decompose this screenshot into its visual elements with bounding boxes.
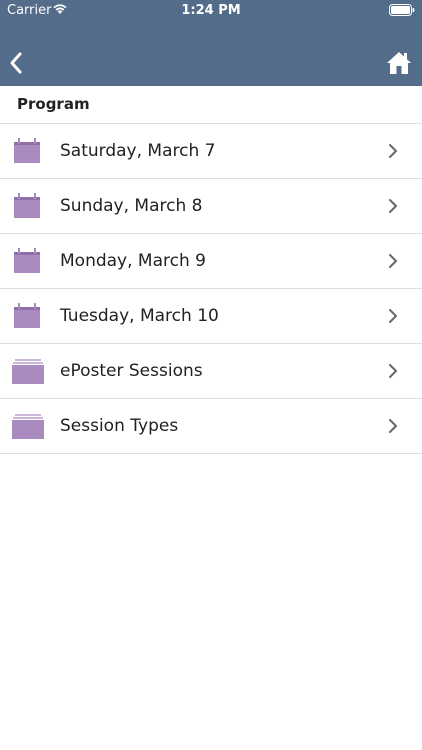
chevron-right-icon <box>389 254 397 268</box>
chevron-right-icon <box>389 419 397 433</box>
home-button[interactable] <box>386 50 412 76</box>
back-button[interactable] <box>6 50 28 76</box>
list-item[interactable]: Tuesday, March 10 <box>0 289 422 344</box>
list-item[interactable]: Monday, March 9 <box>0 234 422 289</box>
chevron-right-icon <box>389 364 397 378</box>
status-time: 1:24 PM <box>181 3 241 18</box>
list-item-label: Monday, March 9 <box>60 251 206 271</box>
list-item[interactable]: Session Types <box>0 399 422 454</box>
app-header: Carrier 1:24 PM <box>0 0 422 86</box>
chevron-right-icon <box>389 144 397 158</box>
calendar-icon <box>14 193 40 218</box>
folder-stack-icon <box>12 359 44 384</box>
list-item-label: Saturday, March 7 <box>60 141 216 161</box>
list-item[interactable]: Saturday, March 7 <box>0 124 422 179</box>
section-header: Program <box>0 86 422 124</box>
status-bar: Carrier 1:24 PM <box>0 0 422 22</box>
list-item-label: ePoster Sessions <box>60 361 203 381</box>
chevron-right-icon <box>389 199 397 213</box>
battery-icon <box>389 4 415 20</box>
section-title: Program <box>17 95 90 113</box>
list-item-label: Tuesday, March 10 <box>60 306 219 326</box>
home-icon <box>387 52 411 74</box>
chevron-left-icon <box>10 52 22 74</box>
calendar-icon <box>14 248 40 273</box>
list-item-label: Sunday, March 8 <box>60 196 203 216</box>
list-item[interactable]: Sunday, March 8 <box>0 179 422 234</box>
list-item-label: Session Types <box>60 416 179 436</box>
calendar-icon <box>14 303 40 328</box>
chevron-right-icon <box>389 309 397 323</box>
program-list: Saturday, March 7 Sunday, March 8 Monday… <box>0 124 422 454</box>
folder-stack-icon <box>12 414 44 439</box>
list-item[interactable]: ePoster Sessions <box>0 344 422 399</box>
calendar-icon <box>14 138 40 163</box>
